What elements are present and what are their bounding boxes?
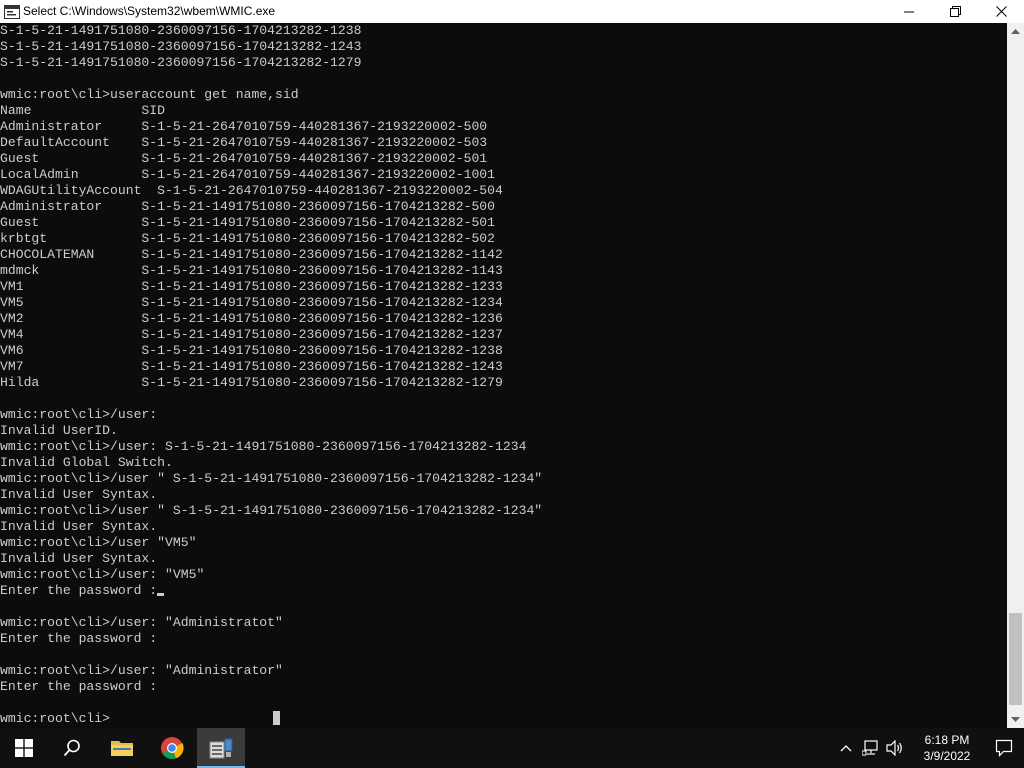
wmic-button[interactable]: [197, 728, 245, 768]
console-line: wmic:root\cli>/user: "VM5": [0, 567, 205, 582]
console-line: CHOCOLATEMAN S-1-5-21-1491751080-2360097…: [0, 247, 503, 262]
start-button[interactable]: [0, 728, 48, 768]
console-line: S-1-5-21-1491751080-2360097156-170421328…: [0, 39, 362, 54]
file-explorer-button[interactable]: [98, 728, 146, 768]
search-icon: [63, 739, 80, 757]
console-line: Invalid User Syntax.: [0, 551, 158, 566]
console-line: Name SID: [0, 103, 166, 118]
console-line: wmic:root\cli>/user " S-1-5-21-149175108…: [0, 471, 543, 486]
console-line: Administrator S-1-5-21-1491751080-236009…: [0, 199, 496, 214]
console-line: wmic:root\cli>: [0, 711, 111, 726]
window-title: Select C:\Windows\System32\wbem\WMIC.exe: [23, 4, 276, 18]
clock-time: 6:18 PM: [924, 733, 970, 747]
network-icon: [862, 740, 878, 756]
network-button[interactable]: [860, 728, 882, 768]
maximize-button[interactable]: [932, 0, 978, 23]
clock-date: 3/9/2022: [923, 749, 971, 763]
window-title-bar[interactable]: Select C:\Windows\System32\wbem\WMIC.exe: [0, 0, 1024, 23]
chrome-button[interactable]: [148, 728, 196, 768]
console-line: Enter the password :: [0, 679, 158, 694]
action-center-button[interactable]: [984, 728, 1024, 768]
console-line: S-1-5-21-1491751080-2360097156-170421328…: [0, 55, 362, 70]
console-line: wmic:root\cli>useraccount get name,sid: [0, 87, 299, 102]
close-button[interactable]: [978, 0, 1024, 23]
console-line: VM1 S-1-5-21-1491751080-2360097156-17042…: [0, 279, 503, 294]
restore-icon: [949, 6, 961, 17]
console-line: Invalid User Syntax.: [0, 487, 158, 502]
console-line: Enter the password :: [0, 583, 1007, 599]
volume-button[interactable]: [884, 728, 906, 768]
console-line: Enter the password :: [0, 631, 158, 646]
minimize-button[interactable]: [886, 0, 932, 23]
close-icon: [995, 6, 1007, 17]
console-line: Hilda S-1-5-21-1491751080-2360097156-170…: [0, 375, 503, 390]
console-output[interactable]: S-1-5-21-1491751080-2360097156-170421328…: [0, 23, 1007, 728]
notification-icon: [995, 739, 1013, 757]
console-line: Invalid User Syntax.: [0, 519, 158, 534]
console-line: WDAGUtilityAccount S-1-5-21-2647010759-4…: [0, 183, 503, 198]
console-line: VM4 S-1-5-21-1491751080-2360097156-17042…: [0, 327, 503, 342]
speaker-icon: [886, 740, 902, 756]
console-line: krbtgt S-1-5-21-1491751080-2360097156-17…: [0, 231, 496, 246]
wmic-app-icon: [4, 4, 20, 19]
console-line: VM2 S-1-5-21-1491751080-2360097156-17042…: [0, 311, 503, 326]
text-cursor: [273, 711, 280, 725]
console-line: Invalid UserID.: [0, 423, 118, 438]
minimize-icon: [904, 11, 914, 12]
chevron-up-icon: [1011, 29, 1020, 34]
console-line: wmic:root\cli>/user " S-1-5-21-149175108…: [0, 503, 543, 518]
console-line: VM5 S-1-5-21-1491751080-2360097156-17042…: [0, 295, 503, 310]
console-line: wmic:root\cli>/user: S-1-5-21-1491751080…: [0, 439, 527, 454]
console-line: VM6 S-1-5-21-1491751080-2360097156-17042…: [0, 343, 503, 358]
console-line: DefaultAccount S-1-5-21-2647010759-44028…: [0, 135, 488, 150]
console-line: Administrator S-1-5-21-2647010759-440281…: [0, 119, 488, 134]
taskbar: 6:18 PM 3/9/2022: [0, 728, 1024, 768]
console-line: Invalid Global Switch.: [0, 455, 173, 470]
search-button[interactable]: [48, 728, 96, 768]
console-line: VM7 S-1-5-21-1491751080-2360097156-17042…: [0, 359, 503, 374]
vertical-scrollbar[interactable]: [1007, 23, 1024, 728]
console-line: mdmck S-1-5-21-1491751080-2360097156-170…: [0, 263, 503, 278]
show-hidden-icons-button[interactable]: [836, 728, 856, 768]
console-line: wmic:root\cli>/user "VM5": [0, 535, 197, 550]
console-line: wmic:root\cli>/user: "Administrator": [0, 663, 283, 678]
clock[interactable]: 6:18 PM 3/9/2022: [912, 728, 982, 768]
folder-icon: [111, 741, 133, 756]
chrome-icon: [161, 737, 184, 760]
scroll-down-button[interactable]: [1007, 711, 1024, 728]
console-line: Guest S-1-5-21-1491751080-2360097156-170…: [0, 215, 496, 230]
scrollbar-thumb[interactable]: [1009, 613, 1022, 705]
scroll-up-button[interactable]: [1007, 23, 1024, 40]
chevron-up-icon: [840, 745, 852, 752]
console-text: S-1-5-21-1491751080-2360097156-170421328…: [0, 23, 1007, 727]
console-line: S-1-5-21-1491751080-2360097156-170421328…: [0, 23, 362, 38]
console-line: Guest S-1-5-21-2647010759-440281367-2193…: [0, 151, 488, 166]
input-caret: [157, 593, 165, 596]
chevron-down-icon: [1011, 717, 1020, 722]
wmic-icon: [209, 738, 233, 759]
console-line: wmic:root\cli>/user: "Administratot": [0, 615, 283, 630]
console-line: wmic:root\cli>/user:: [0, 407, 158, 422]
windows-logo-icon: [15, 739, 33, 757]
window-controls: [886, 0, 1024, 23]
console-line: LocalAdmin S-1-5-21-2647010759-440281367…: [0, 167, 496, 182]
